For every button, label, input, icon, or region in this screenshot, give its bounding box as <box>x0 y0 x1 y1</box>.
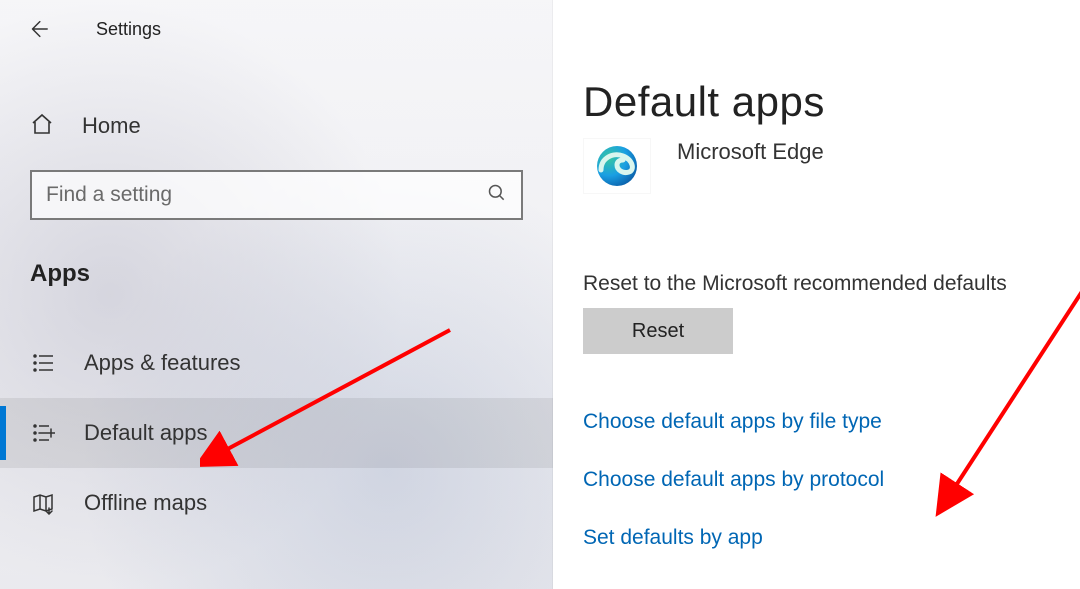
search-container <box>30 170 523 220</box>
settings-window: Settings Home Apps <box>0 0 1080 589</box>
page-title: Default apps <box>583 78 1080 126</box>
home-icon <box>30 112 54 141</box>
search-box[interactable] <box>30 170 523 220</box>
links-section: Choose default apps by file type Choose … <box>583 410 1080 550</box>
link-file-type[interactable]: Choose default apps by file type <box>583 410 1080 434</box>
nav-item-offline-maps[interactable]: Offline maps <box>0 468 553 538</box>
nav-label: Default apps <box>84 420 208 446</box>
content-pane: Default apps Microsoft Edge Res <box>553 0 1080 589</box>
left-pane: Settings Home Apps <box>0 0 553 589</box>
home-label: Home <box>82 113 141 139</box>
back-button[interactable] <box>18 9 58 49</box>
window-title: Settings <box>96 19 161 40</box>
reset-description: Reset to the Microsoft recommended defau… <box>583 272 1080 296</box>
edge-icon <box>583 138 651 194</box>
arrow-left-icon <box>27 18 49 40</box>
nav-label: Offline maps <box>84 490 207 516</box>
link-protocol[interactable]: Choose default apps by protocol <box>583 468 1080 492</box>
search-icon <box>487 183 507 208</box>
nav-item-default-apps[interactable]: Default apps <box>0 398 553 468</box>
reset-button[interactable]: Reset <box>583 308 733 354</box>
default-web-browser-tile[interactable]: Microsoft Edge <box>583 138 1080 194</box>
nav-list: Apps & features Default apps <box>0 328 553 538</box>
home-nav[interactable]: Home <box>0 98 553 154</box>
link-by-app[interactable]: Set defaults by app <box>583 526 1080 550</box>
header: Settings <box>0 0 553 58</box>
default-apps-icon <box>30 420 56 446</box>
nav-label: Apps & features <box>84 350 241 376</box>
map-icon <box>30 490 56 516</box>
default-app-name: Microsoft Edge <box>677 139 824 165</box>
list-icon <box>30 350 56 376</box>
search-input[interactable] <box>46 183 487 207</box>
nav-item-apps-features[interactable]: Apps & features <box>0 328 553 398</box>
section-title: Apps <box>30 260 553 288</box>
